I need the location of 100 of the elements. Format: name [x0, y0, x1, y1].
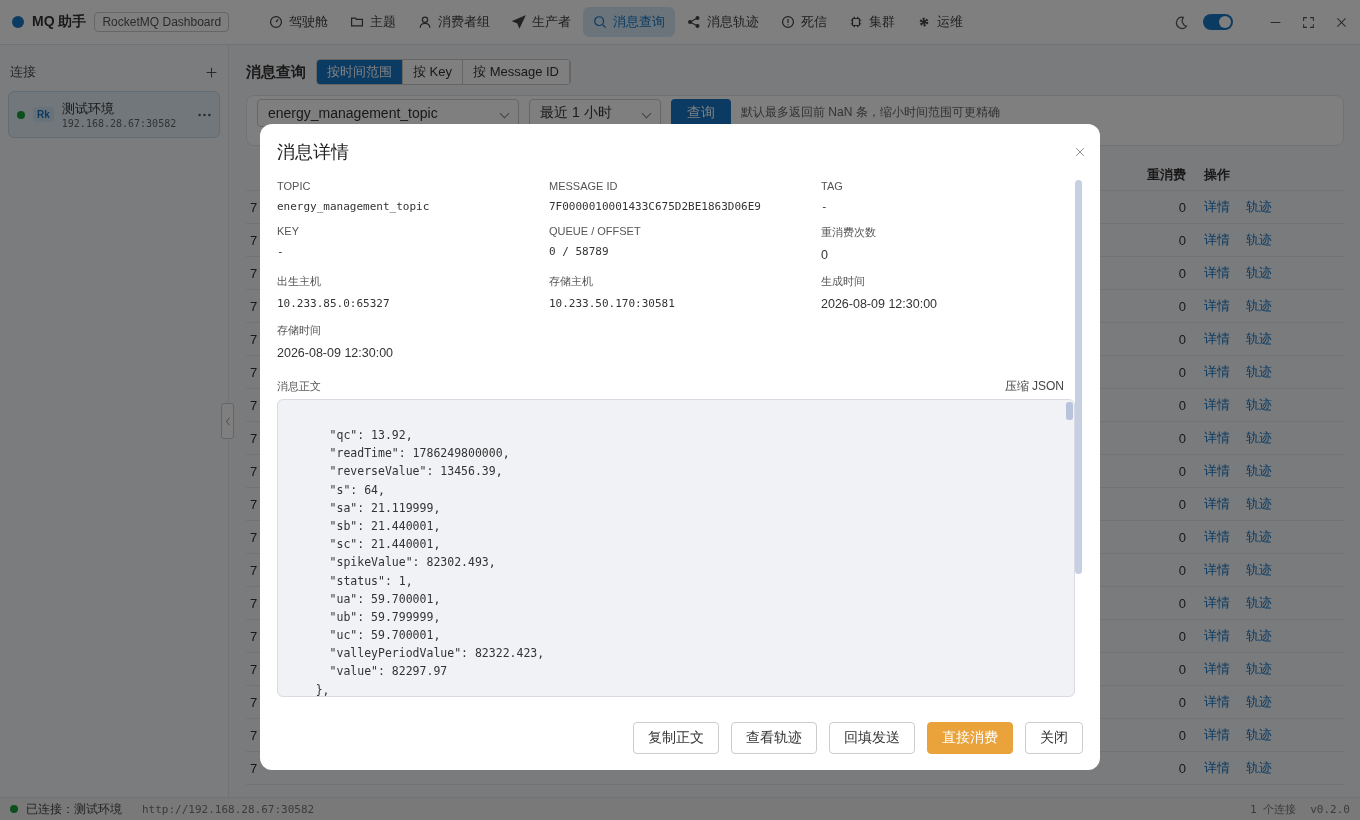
query-button[interactable]: 查询 — [671, 99, 731, 127]
field-value: 10.233.85.0:65327 — [277, 297, 391, 310]
page-title: 消息查询 — [246, 62, 306, 82]
action-link[interactable]: 详情 — [1204, 594, 1230, 612]
field-value: 7F0000010001433C675D2BE1863D06E9 — [549, 200, 762, 213]
scrollbar-thumb[interactable] — [1066, 402, 1073, 420]
user-icon — [418, 15, 433, 29]
field-value: 2026-08-09 12:30:00 — [277, 346, 395, 360]
action-link[interactable]: 轨迹 — [1246, 264, 1272, 282]
sidebar-title: 连接 — [10, 63, 36, 81]
nav-tab[interactable]: 死信 — [771, 7, 838, 37]
table-cell: 7 — [250, 265, 258, 281]
nav-tab[interactable]: 主题 — [340, 7, 407, 37]
version-label: v0.2.0 — [1310, 802, 1350, 816]
action-link[interactable]: 轨迹 — [1246, 561, 1272, 579]
action-link[interactable]: 详情 — [1204, 495, 1230, 513]
action-link[interactable]: 轨迹 — [1246, 198, 1272, 216]
action-link[interactable]: 轨迹 — [1246, 759, 1272, 777]
column-header: 重消费 — [1146, 166, 1186, 184]
action-link[interactable]: 轨迹 — [1246, 627, 1272, 645]
field-label: QUEUE / OFFSET — [549, 225, 642, 237]
scrollbar-thumb[interactable] — [1075, 180, 1082, 574]
table-cell-text: 0 — [1177, 430, 1186, 446]
maximize-icon[interactable] — [1302, 15, 1315, 29]
dialog-button[interactable]: 复制正文 — [633, 722, 719, 754]
field-label: 出生主机 — [277, 274, 322, 289]
field-label: 生成时间 — [821, 274, 866, 289]
action-link[interactable]: 详情 — [1204, 198, 1230, 216]
action-link[interactable]: 轨迹 — [1246, 363, 1272, 381]
mode-tab[interactable]: 按 Message ID — [463, 60, 570, 84]
action-link[interactable]: 详情 — [1204, 396, 1230, 414]
theme-toggle[interactable] — [1203, 14, 1233, 30]
table-cell: 7 — [250, 331, 258, 347]
action-link[interactable]: 轨迹 — [1246, 660, 1272, 678]
nav-tab[interactable]: 集群 — [839, 7, 906, 37]
more-icon[interactable] — [198, 112, 211, 117]
field-label: MESSAGE ID — [549, 180, 619, 192]
close-icon[interactable] — [1074, 146, 1086, 158]
column-header: 操作 — [1203, 166, 1231, 184]
action-link[interactable]: 详情 — [1204, 429, 1230, 447]
paper-plane-icon — [512, 15, 527, 29]
nav-tab[interactable]: 运维 — [907, 7, 974, 37]
field-value: 10.233.50.170:30581 — [549, 297, 676, 310]
table-cell: 7 — [250, 199, 258, 215]
nav-tab[interactable]: 消息查询 — [583, 7, 676, 37]
dialog-button[interactable]: 回填发送 — [829, 722, 915, 754]
action-link[interactable]: 轨迹 — [1246, 726, 1272, 744]
action-link[interactable]: 详情 — [1204, 264, 1230, 282]
nav-tab[interactable]: 驾驶舱 — [259, 7, 339, 37]
body-label: 消息正文 — [277, 379, 321, 394]
nav-tab[interactable]: 生产者 — [502, 7, 582, 37]
nav-tab[interactable]: 消费者组 — [408, 7, 501, 37]
table-cell: 7 — [250, 397, 258, 413]
table-cell: 7 — [250, 661, 258, 677]
app-logo: MQ 助手 — [32, 13, 87, 31]
action-link[interactable]: 轨迹 — [1246, 495, 1272, 513]
mode-tab[interactable]: 按时间范围 — [317, 60, 403, 84]
action-link[interactable]: 详情 — [1204, 627, 1230, 645]
action-link[interactable]: 轨迹 — [1246, 594, 1272, 612]
action-link[interactable]: 轨迹 — [1246, 693, 1272, 711]
table-cell: 7 — [250, 430, 258, 446]
action-link[interactable]: 详情 — [1204, 561, 1230, 579]
close-icon[interactable] — [1335, 15, 1348, 29]
action-link[interactable]: 详情 — [1204, 726, 1230, 744]
table-cell-text: 0 — [1177, 232, 1186, 248]
action-link[interactable]: 轨迹 — [1246, 462, 1272, 480]
action-link[interactable]: 详情 — [1204, 297, 1230, 315]
action-link[interactable]: 详情 — [1204, 660, 1230, 678]
action-link[interactable]: 详情 — [1204, 759, 1230, 777]
action-link[interactable]: 轨迹 — [1246, 330, 1272, 348]
table-cell-text: 0 — [1177, 562, 1186, 578]
action-link[interactable]: 轨迹 — [1246, 297, 1272, 315]
table-cell: 7 — [250, 595, 258, 611]
table-cell-text: 0 — [1177, 298, 1186, 314]
action-link[interactable]: 轨迹 — [1246, 528, 1272, 546]
action-link[interactable]: 轨迹 — [1246, 429, 1272, 447]
action-link[interactable]: 详情 — [1204, 693, 1230, 711]
table-cell-text: 0 — [1177, 364, 1186, 380]
action-link[interactable]: 轨迹 — [1246, 231, 1272, 249]
field-label: 存储主机 — [549, 274, 594, 289]
action-link[interactable]: 详情 — [1204, 330, 1230, 348]
table-cell-text: 0 — [1177, 694, 1186, 710]
add-icon[interactable] — [205, 65, 218, 79]
dialog-button[interactable]: 直接消费 — [927, 722, 1013, 754]
action-link[interactable]: 详情 — [1204, 363, 1230, 381]
action-link[interactable]: 轨迹 — [1246, 396, 1272, 414]
share-icon — [687, 15, 702, 29]
compress-json-link[interactable]: 压缩 JSON — [1004, 378, 1064, 395]
field-label: 存储时间 — [277, 323, 322, 338]
moon-icon[interactable] — [1174, 14, 1189, 30]
dialog-button[interactable]: 关闭 — [1025, 722, 1083, 754]
table-cell: 7 — [250, 727, 258, 743]
action-link[interactable]: 详情 — [1204, 528, 1230, 546]
mode-tab[interactable]: 按 Key — [403, 60, 463, 84]
connection-card[interactable]: Rk 测试环境 192.168.28.67:30582 — [8, 91, 220, 138]
action-link[interactable]: 详情 — [1204, 231, 1230, 249]
collapse-handle[interactable] — [221, 403, 234, 439]
nav-tab[interactable]: 消息轨迹 — [677, 7, 770, 37]
action-link[interactable]: 详情 — [1204, 462, 1230, 480]
dialog-button[interactable]: 查看轨迹 — [731, 722, 817, 754]
